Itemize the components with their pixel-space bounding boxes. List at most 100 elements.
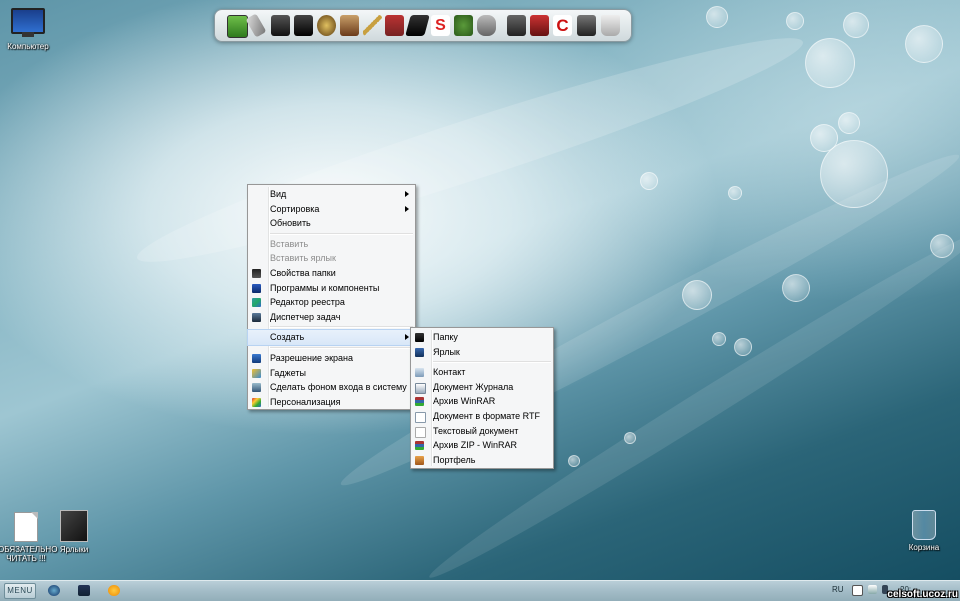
- menu-item-paste-shortcut: Вставить ярлык: [270, 253, 336, 264]
- photo-icon[interactable]: [340, 15, 359, 36]
- wallpaper-bubble: [712, 332, 726, 346]
- start-menu-button[interactable]: MENU: [4, 583, 36, 599]
- menu-item-registry-editor[interactable]: Редактор реестра: [248, 295, 415, 310]
- menu-item-create[interactable]: Создать: [247, 329, 416, 346]
- gadgets-icon: [252, 368, 261, 378]
- desktop-icon-label: Ярлыки: [59, 545, 89, 554]
- house-icon[interactable]: [385, 15, 404, 36]
- create-rtf-document[interactable]: Документ в формате RTF: [411, 409, 553, 424]
- cup-icon[interactable]: [601, 15, 620, 36]
- create-contact[interactable]: Контакт: [411, 365, 553, 380]
- network-icon[interactable]: [868, 585, 877, 594]
- submenu-arrow-icon: [405, 191, 409, 197]
- top-dock: S C: [214, 9, 632, 42]
- create-zip-archive[interactable]: Архив ZIP - WinRAR: [411, 438, 553, 453]
- car-icon[interactable]: [530, 15, 549, 36]
- folder-properties-icon: [252, 268, 261, 278]
- create-briefcase[interactable]: Портфель: [411, 453, 553, 468]
- explorer-icon[interactable]: [78, 585, 90, 596]
- wallpaper-bubble: [568, 455, 580, 467]
- create-submenu: Папку Ярлык Контакт Документ Журнала Арх…: [410, 327, 554, 469]
- menu-item-paste: Вставить: [270, 238, 309, 249]
- pencil-icon[interactable]: [405, 15, 430, 36]
- wallpaper-bubble: [805, 38, 855, 88]
- media-player-icon[interactable]: [577, 15, 596, 36]
- task-manager-icon: [252, 312, 261, 322]
- s-logo-icon[interactable]: S: [431, 15, 450, 36]
- create-winrar-archive[interactable]: Архив WinRAR: [411, 394, 553, 409]
- wallpaper-bubble: [838, 112, 860, 134]
- wallpaper-bubble: [782, 274, 810, 302]
- wallpaper-bubble: [624, 432, 636, 444]
- wallpaper-bubble: [810, 124, 838, 152]
- menu-separator: [270, 326, 413, 329]
- media-player-icon[interactable]: [108, 585, 120, 596]
- wallpaper-bubble: [728, 186, 742, 200]
- action-center-icon[interactable]: [852, 585, 863, 596]
- wallpaper-icon: [252, 383, 261, 393]
- menu-separator: [270, 232, 413, 235]
- programs-icon: [252, 283, 261, 293]
- c-logo-icon[interactable]: C: [553, 15, 572, 36]
- mouse-icon[interactable]: [477, 15, 496, 36]
- create-journal-document[interactable]: Документ Журнала: [411, 380, 553, 395]
- wallpaper-bubble: [786, 12, 804, 30]
- wallpaper-bubble: [734, 338, 752, 356]
- camera-icon[interactable]: [507, 15, 526, 36]
- monitor-icon[interactable]: [227, 15, 248, 38]
- create-folder[interactable]: Папку: [411, 330, 553, 345]
- menu-item-sort[interactable]: Сортировка: [248, 202, 415, 217]
- winrar-icon: [415, 397, 424, 407]
- registry-editor-icon: [252, 298, 261, 308]
- wallpaper-streak: [127, 13, 813, 287]
- contact-icon: [415, 368, 424, 378]
- desktop[interactable]: Компьютер ОБЯЗАТЕЛЬНО ЧИТАТЬ !!! Ярлыки …: [0, 0, 960, 580]
- folder-icon: [60, 510, 88, 542]
- computer-icon: [11, 8, 45, 37]
- language-indicator[interactable]: RU: [832, 585, 844, 594]
- rtf-icon: [415, 411, 426, 423]
- desktop-icon-computer[interactable]: Компьютер: [0, 8, 56, 51]
- folder-icon: [415, 333, 424, 342]
- text-file-icon: [14, 512, 38, 542]
- desktop-icon-label: Компьютер: [7, 42, 49, 51]
- shortcut-icon: [415, 347, 424, 357]
- menu-item-refresh[interactable]: Обновить: [248, 216, 415, 231]
- menu-item-personalization[interactable]: Персонализация: [248, 395, 415, 410]
- hat-icon[interactable]: [317, 15, 336, 36]
- menu-item-programs[interactable]: Программы и компоненты: [248, 281, 415, 296]
- tree-icon[interactable]: [454, 15, 473, 36]
- zip-icon: [415, 441, 424, 451]
- wallpaper-bubble: [706, 6, 728, 28]
- wallpaper-bubble: [640, 172, 658, 190]
- submenu-arrow-icon: [405, 334, 409, 341]
- book-icon[interactable]: [294, 15, 313, 36]
- menu-item-folder-properties[interactable]: Свойства папки: [248, 266, 415, 281]
- watermark: celsoft.ucoz.ru: [887, 589, 958, 600]
- create-shortcut[interactable]: Ярлык: [411, 345, 553, 360]
- menu-item-screen-resolution[interactable]: Разрешение экрана: [248, 351, 415, 366]
- briefcase-icon: [415, 455, 424, 465]
- submenu-arrow-icon: [405, 205, 409, 212]
- menu-item-logon-background[interactable]: Сделать фоном входа в систему: [248, 380, 415, 395]
- desktop-context-menu: Вид Сортировка Обновить Вставить Вставит…: [247, 184, 416, 410]
- pen-icon[interactable]: [363, 15, 382, 36]
- desktop-icon-label: Корзина: [908, 543, 940, 552]
- journal-icon: [415, 382, 426, 394]
- personalization-icon: [252, 397, 261, 407]
- wallpaper-bubble: [843, 12, 869, 38]
- menu-item-gadgets[interactable]: Гаджеты: [248, 366, 415, 381]
- wallpaper-bubble: [682, 280, 712, 310]
- desktop-icon-recycle-bin[interactable]: Корзина: [896, 510, 952, 552]
- screen-icon[interactable]: [271, 15, 290, 36]
- desktop-icon-shortcuts[interactable]: Ярлыки: [46, 510, 102, 554]
- internet-explorer-icon[interactable]: [48, 585, 60, 596]
- usb-stick-icon[interactable]: [245, 13, 267, 38]
- taskbar: MENU RU 20:.. celsoft.ucoz.ru: [0, 580, 960, 601]
- create-text-document[interactable]: Текстовый документ: [411, 424, 553, 439]
- menu-item-task-manager[interactable]: Диспетчер задач: [248, 310, 415, 325]
- wallpaper-bubble: [930, 234, 954, 258]
- menu-item-view[interactable]: Вид: [248, 187, 415, 202]
- menu-separator: [270, 346, 413, 349]
- recycle-bin-icon: [912, 510, 936, 540]
